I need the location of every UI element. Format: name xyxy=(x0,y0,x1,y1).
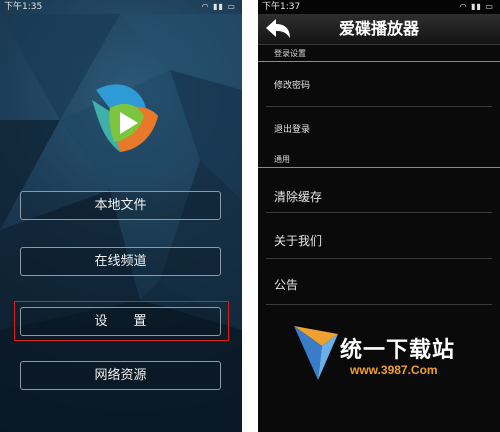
app-logo-icon xyxy=(92,84,158,152)
network-resources-label: 网络资源 xyxy=(94,368,147,383)
about-us-item[interactable]: 关于我们 xyxy=(266,214,492,259)
status-time: 下午1:35 xyxy=(4,2,43,12)
section-general: 通用 xyxy=(258,152,500,168)
network-resources-button[interactable]: 网络资源 xyxy=(20,361,221,390)
notice-item[interactable]: 公告 xyxy=(266,260,492,305)
settings-button[interactable]: 设 置 xyxy=(20,307,221,336)
change-password-item[interactable]: 修改密码 xyxy=(266,63,492,107)
right-phone-screen: 下午1:37 ◠ ▮▮ ▭ 爱碟播放器 登录设置 修改密码 退出登录 通用 清除… xyxy=(258,0,500,432)
title-bar: 爱碟播放器 xyxy=(258,14,500,45)
section-login-settings: 登录设置 xyxy=(258,46,500,62)
watermark: 统一下载站 www.3987.Com xyxy=(292,324,492,386)
online-channels-label: 在线频道 xyxy=(94,254,147,269)
logout-item[interactable]: 退出登录 xyxy=(266,108,492,151)
about-us-label: 关于我们 xyxy=(274,234,323,248)
left-phone-screen: 下午1:35 ◠ ▮▮ ▭ 本地文件 在线频道 设 置 网络资源 xyxy=(0,0,242,432)
notice-label: 公告 xyxy=(274,278,299,292)
page-title: 爱碟播放器 xyxy=(338,19,419,38)
status-icons: ◠ ▮▮ ▭ xyxy=(459,2,494,11)
online-channels-button[interactable]: 在线频道 xyxy=(20,247,221,276)
clear-cache-label: 清除缓存 xyxy=(274,190,323,204)
settings-label: 设 置 xyxy=(94,314,147,329)
watermark-name: 统一下载站 xyxy=(340,338,456,363)
watermark-url: www.3987.Com xyxy=(350,363,438,377)
status-bar: 下午1:37 ◠ ▮▮ ▭ xyxy=(258,0,500,14)
status-bar: 下午1:35 ◠ ▮▮ ▭ xyxy=(0,0,242,14)
local-files-label: 本地文件 xyxy=(94,198,147,213)
watermark-logo-icon xyxy=(294,326,338,380)
status-icons: ◠ ▮▮ ▭ xyxy=(201,2,236,11)
status-time: 下午1:37 xyxy=(262,2,301,12)
local-files-button[interactable]: 本地文件 xyxy=(20,191,221,220)
logout-label: 退出登录 xyxy=(274,125,311,135)
clear-cache-item[interactable]: 清除缓存 xyxy=(266,169,492,213)
change-password-label: 修改密码 xyxy=(274,81,311,91)
